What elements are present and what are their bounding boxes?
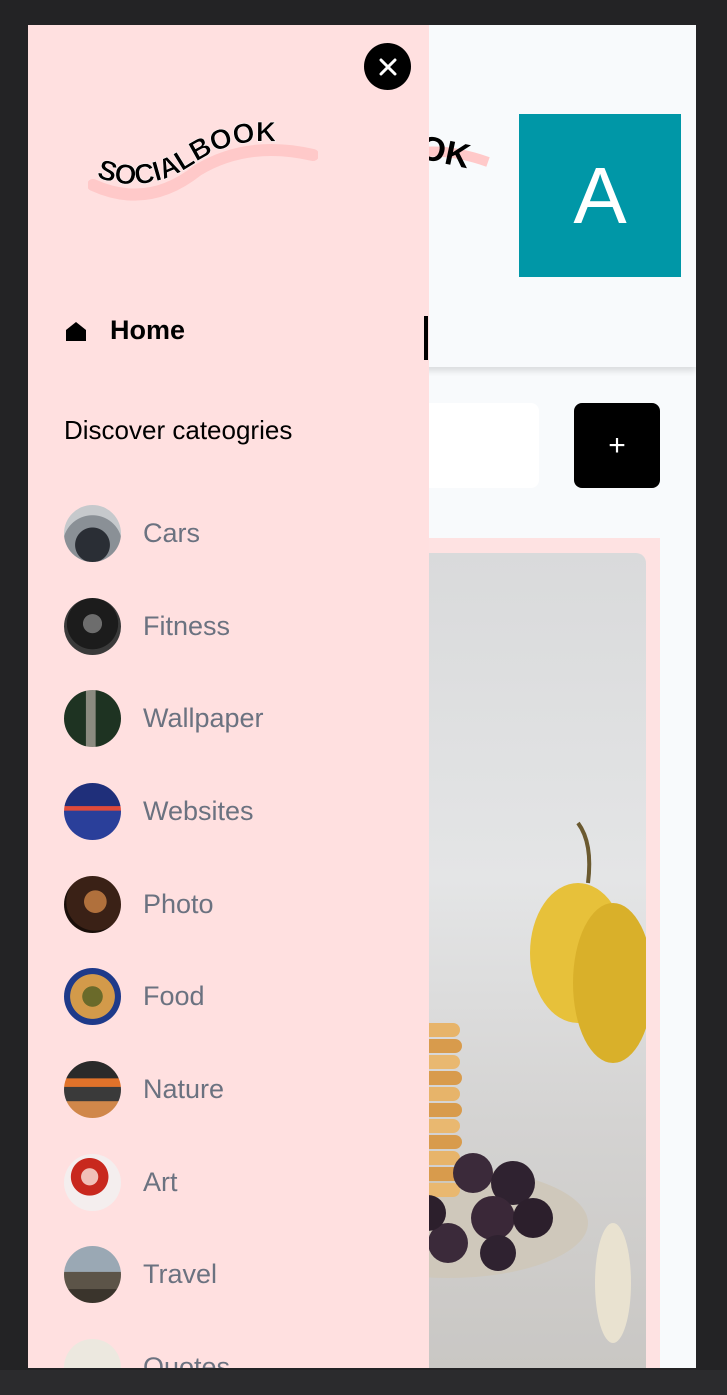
category-label: Fitness xyxy=(143,610,231,641)
category-label: Art xyxy=(143,1166,178,1197)
category-thumb-fitness xyxy=(64,597,121,655)
category-item-quotes[interactable]: Quotes xyxy=(64,1321,264,1368)
category-thumb-cars xyxy=(64,504,121,562)
category-label: Photo xyxy=(143,888,214,919)
close-drawer-button[interactable] xyxy=(364,43,411,90)
category-label: Travel xyxy=(143,1259,218,1290)
category-item-fitness[interactable]: Fitness xyxy=(64,580,264,673)
category-item-art[interactable]: Art xyxy=(64,1136,264,1229)
close-icon xyxy=(379,58,396,75)
feed-pin-image[interactable] xyxy=(408,553,646,1368)
category-thumb-photo xyxy=(64,875,121,933)
category-thumb-wallpaper xyxy=(64,690,121,748)
avatar[interactable]: A xyxy=(519,114,681,277)
nav-home-label: Home xyxy=(110,315,186,345)
os-dock xyxy=(0,1370,727,1395)
category-item-food[interactable]: Food xyxy=(64,950,264,1043)
category-label: Wallpaper xyxy=(143,703,264,734)
app-viewport: OK A + SOCIALBOOK Home Discover cateogri… xyxy=(28,25,696,1368)
category-label: Websites xyxy=(143,795,254,826)
nav-home[interactable]: Home xyxy=(64,315,185,346)
category-list: Cars Fitness Wallpaper Websites Photo Fo… xyxy=(64,487,264,1368)
category-thumb-quotes xyxy=(64,1339,121,1368)
side-drawer: SOCIALBOOK Home Discover cateogries Cars… xyxy=(28,25,429,1368)
category-label: Cars xyxy=(143,517,201,548)
category-item-websites[interactable]: Websites xyxy=(64,765,264,858)
avatar-initial: A xyxy=(573,150,627,240)
category-thumb-nature xyxy=(64,1060,121,1118)
plus-icon: + xyxy=(608,428,626,462)
category-thumb-art xyxy=(64,1153,121,1211)
category-label: Food xyxy=(143,981,205,1012)
socialbook-logo[interactable]: SOCIALBOOK xyxy=(88,115,318,205)
home-icon xyxy=(66,321,86,341)
category-item-nature[interactable]: Nature xyxy=(64,1043,264,1136)
category-label: Quotes xyxy=(143,1352,231,1368)
category-label: Nature xyxy=(143,1073,225,1104)
category-item-travel[interactable]: Travel xyxy=(64,1229,264,1322)
category-thumb-websites xyxy=(64,782,121,840)
category-thumb-food xyxy=(64,968,121,1026)
category-item-photo[interactable]: Photo xyxy=(64,858,264,951)
active-indicator xyxy=(424,316,428,360)
section-title: Discover cateogries xyxy=(64,415,293,445)
add-pin-button[interactable]: + xyxy=(574,403,660,488)
category-thumb-travel xyxy=(64,1246,121,1304)
category-item-wallpaper[interactable]: Wallpaper xyxy=(64,672,264,765)
feed-card[interactable] xyxy=(408,538,660,1368)
category-item-cars[interactable]: Cars xyxy=(64,487,264,580)
